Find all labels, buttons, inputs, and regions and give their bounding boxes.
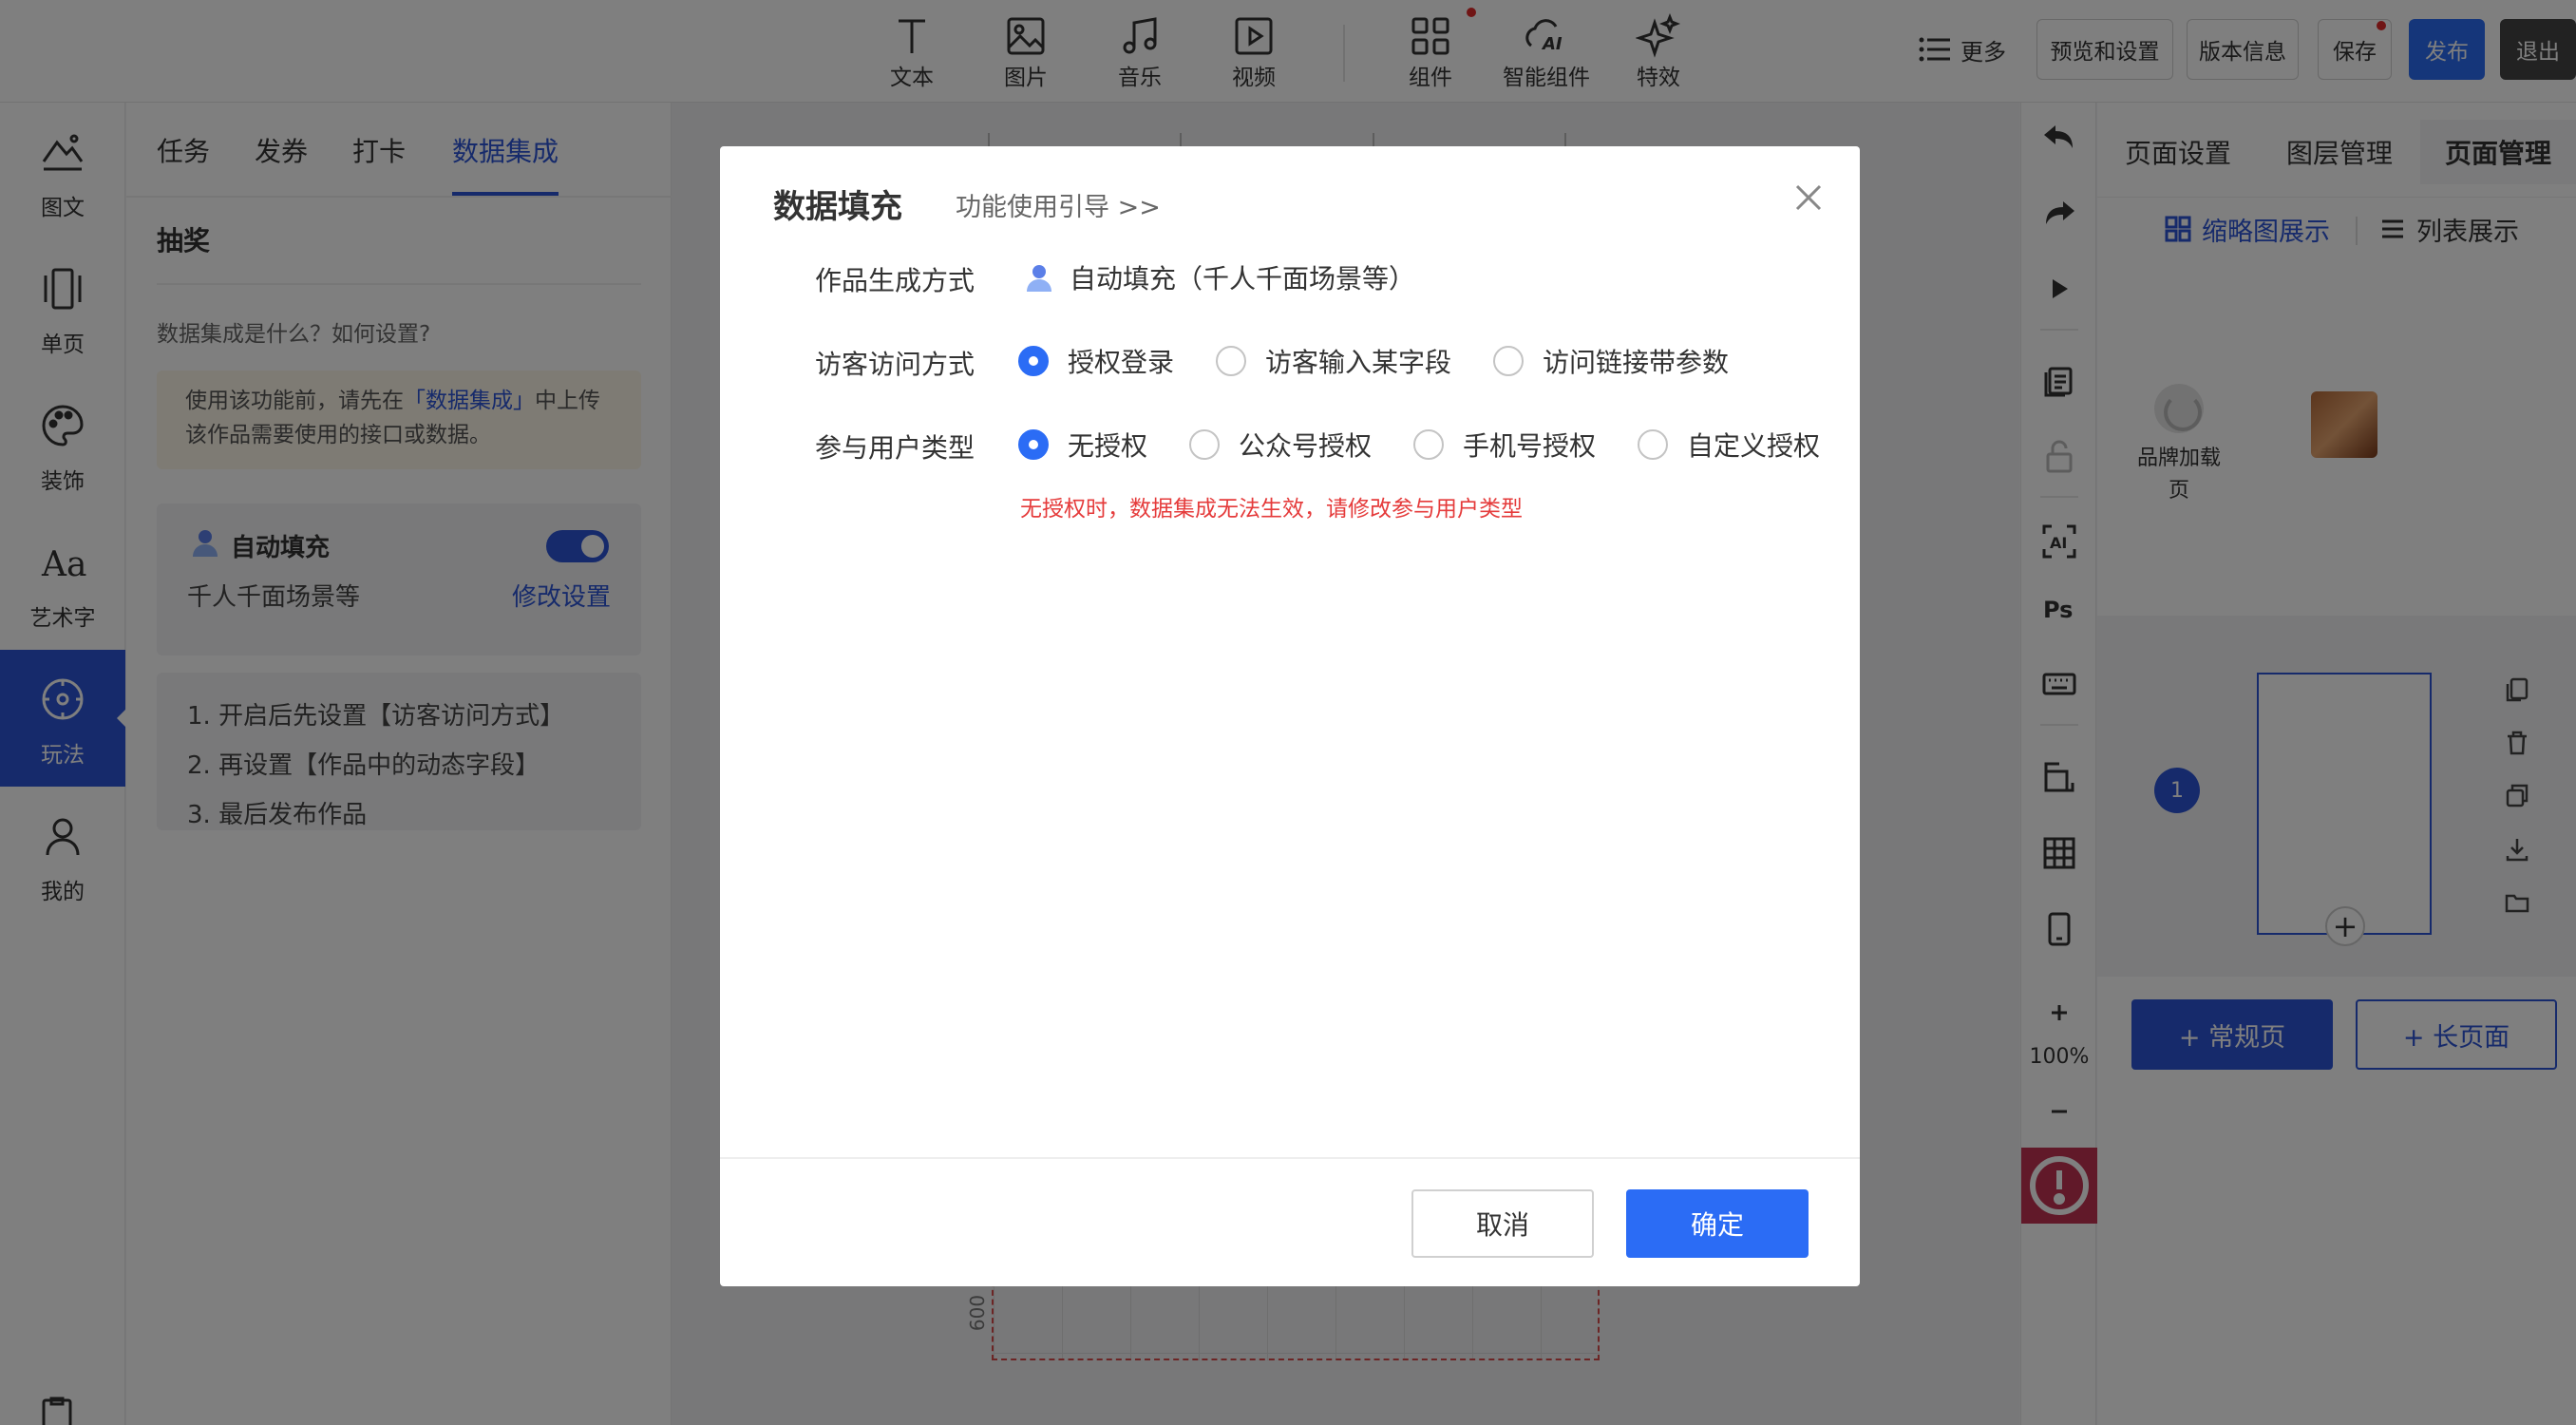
- radio-label: 无授权: [1068, 430, 1148, 462]
- generation-method-text: 自动填充（千人千面场景等）: [1070, 263, 1416, 294]
- radio-authorized-login[interactable]: 授权登录: [1018, 342, 1174, 380]
- close-icon[interactable]: [1790, 179, 1828, 217]
- person-icon: [1027, 265, 1051, 292]
- radio-label: 公众号授权: [1239, 430, 1373, 462]
- radio-phone-auth[interactable]: 手机号授权: [1413, 426, 1596, 464]
- radio-link-with-params[interactable]: 访问链接带参数: [1493, 342, 1729, 380]
- radio-circle: [1216, 346, 1246, 376]
- radio-label: 自定义授权: [1687, 430, 1821, 462]
- radio-circle: [1493, 346, 1524, 376]
- radio-label: 访问链接带参数: [1543, 347, 1730, 378]
- radio-label: 访客输入某字段: [1265, 347, 1452, 378]
- auth-warning-text: 无授权时，数据集成无法生效，请修改参与用户类型: [1020, 497, 1523, 522]
- cancel-button[interactable]: 取消: [1411, 1189, 1594, 1258]
- confirm-button[interactable]: 确定: [1626, 1189, 1809, 1258]
- radio-custom-auth[interactable]: 自定义授权: [1638, 426, 1820, 464]
- data-fill-dialog: 数据填充 功能使用引导 >> 作品生成方式 自动填充（千人千面场景等） 访客访问…: [720, 146, 1860, 1286]
- radio-circle: [1018, 346, 1049, 376]
- radio-circle: [1189, 429, 1220, 460]
- radio-circle: [1638, 429, 1668, 460]
- generation-method-value: 自动填充（千人千面场景等）: [1022, 258, 1415, 296]
- radio-label: 手机号授权: [1463, 430, 1597, 462]
- radio-circle: [1018, 429, 1049, 460]
- visit-method-label: 访客访问方式: [815, 349, 975, 380]
- radio-no-auth[interactable]: 无授权: [1018, 426, 1147, 464]
- dialog-title: 数据填充: [773, 188, 902, 226]
- feature-guide-link[interactable]: 功能使用引导 >>: [956, 186, 1161, 223]
- dialog-footer-divider: [720, 1157, 1860, 1159]
- user-type-label: 参与用户类型: [815, 432, 975, 464]
- radio-circle: [1413, 429, 1444, 460]
- radio-label: 授权登录: [1068, 347, 1175, 378]
- generation-method-label: 作品生成方式: [815, 265, 975, 296]
- radio-visitor-input-field[interactable]: 访客输入某字段: [1216, 342, 1451, 380]
- radio-official-account-auth[interactable]: 公众号授权: [1189, 426, 1372, 464]
